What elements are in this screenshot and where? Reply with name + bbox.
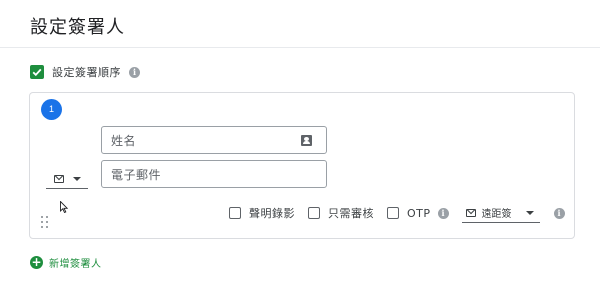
video-statement-label: 聲明錄影 bbox=[249, 207, 295, 220]
signing-order-checkbox[interactable] bbox=[30, 65, 44, 79]
mail-icon bbox=[54, 174, 64, 183]
signer-card: 1 姓名 電子郵件 聲明錄影 只需審核 OTP i 遠距簽 i bbox=[29, 92, 575, 239]
otp-info-icon[interactable]: i bbox=[437, 207, 449, 219]
option-video-statement[interactable]: 聲明錄影 bbox=[229, 205, 295, 221]
email-placeholder: 電子郵件 bbox=[111, 167, 162, 182]
chevron-down-icon bbox=[525, 210, 534, 215]
review-only-label: 只需審核 bbox=[328, 207, 374, 220]
add-signer-label: 新增簽署人 bbox=[49, 258, 102, 270]
name-placeholder: 姓名 bbox=[111, 133, 137, 148]
notify-method-select[interactable] bbox=[46, 169, 88, 189]
page-title: 設定簽署人 bbox=[30, 17, 125, 38]
delivery-method-select[interactable]: 遠距簽 bbox=[461, 203, 540, 223]
header-divider bbox=[0, 47, 600, 48]
option-otp[interactable]: OTP i bbox=[387, 207, 449, 220]
option-review-only[interactable]: 只需審核 bbox=[308, 205, 374, 221]
signer-options-row: 聲明錄影 只需審核 OTP i 遠距簽 i bbox=[229, 202, 565, 224]
info-icon[interactable]: i bbox=[129, 66, 140, 78]
check-icon bbox=[32, 68, 42, 77]
add-signer-button[interactable]: + 新增簽署人 bbox=[30, 254, 102, 270]
signer-index-badge: 1 bbox=[41, 99, 62, 120]
add-circle-icon: + bbox=[30, 254, 43, 269]
delivery-method-label: 遠距簽 bbox=[481, 209, 512, 220]
delivery-mail-icon bbox=[465, 208, 476, 217]
contact-picker-icon[interactable] bbox=[301, 135, 312, 146]
chevron-down-icon bbox=[73, 176, 81, 181]
set-signers-page: 設定簽署人 設定簽署順序 i 1 姓名 電子郵件 聲明錄影 只需審核 OTP i… bbox=[0, 0, 600, 301]
signer-email-field[interactable]: 電子郵件 bbox=[101, 160, 327, 188]
drag-handle-icon[interactable] bbox=[41, 216, 49, 229]
signing-order-row: 設定簽署順序 i bbox=[30, 64, 140, 80]
video-statement-checkbox[interactable] bbox=[229, 207, 241, 219]
signer-name-field[interactable]: 姓名 bbox=[101, 126, 327, 154]
review-only-checkbox[interactable] bbox=[308, 207, 320, 219]
delivery-info-icon[interactable]: i bbox=[553, 207, 565, 219]
otp-label: OTP bbox=[407, 206, 431, 220]
otp-checkbox[interactable] bbox=[387, 207, 399, 219]
mouse-cursor-icon bbox=[60, 201, 68, 213]
signing-order-label: 設定簽署順序 bbox=[52, 66, 121, 79]
